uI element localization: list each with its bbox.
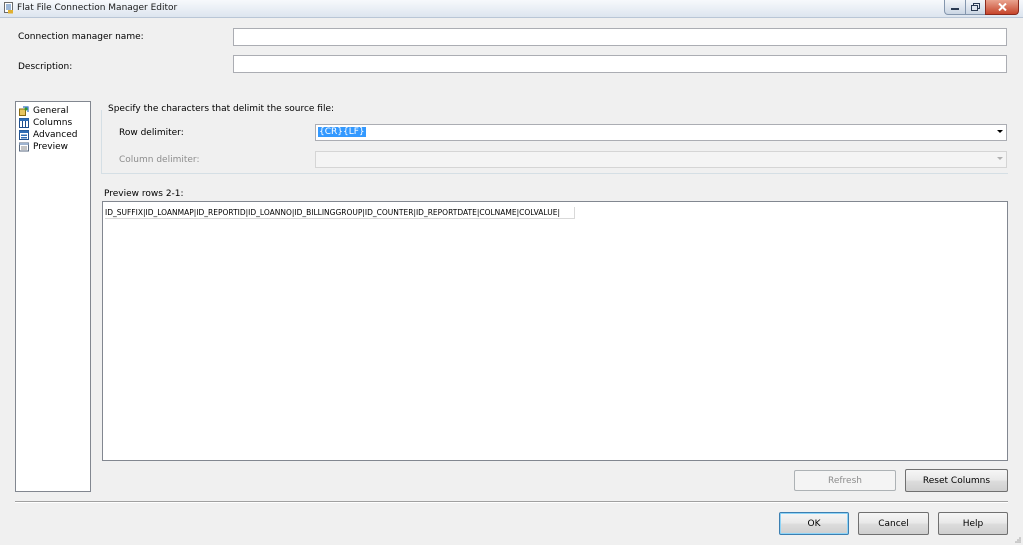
nav-item-label: Preview: [33, 142, 69, 152]
column-delimiter-label: Column delimiter:: [119, 155, 200, 165]
nav-item-preview[interactable]: Preview: [19, 142, 68, 152]
reset-columns-button-label: Reset Columns: [922, 475, 991, 486]
minimize-button[interactable]: [944, 0, 966, 15]
close-icon: [997, 3, 1007, 11]
minimize-icon: [951, 8, 959, 10]
resize-grip-icon[interactable]: [1013, 535, 1021, 543]
advanced-icon: [19, 130, 29, 140]
nav-item-label: Advanced: [33, 130, 78, 140]
preview-header-row: ID_SUFFIX|ID_LOANMAP|ID_REPORTID|ID_LOAN…: [105, 207, 575, 219]
preview-icon: [19, 142, 29, 152]
chevron-down-icon: [997, 130, 1003, 133]
connection-name-label: Connection manager name:: [18, 32, 144, 42]
row-delimiter-label: Row delimiter:: [119, 128, 184, 138]
restore-icon: [971, 3, 980, 11]
cancel-button[interactable]: Cancel: [858, 512, 929, 535]
row-delimiter-value: {CR}{LF}: [318, 127, 366, 137]
refresh-button-label: Refresh: [828, 475, 862, 486]
cancel-button-label: Cancel: [878, 518, 909, 529]
nav-item-general[interactable]: General: [19, 106, 68, 116]
columns-icon: [19, 118, 29, 128]
ok-button[interactable]: OK: [779, 512, 849, 535]
nav-item-label: General: [33, 106, 69, 116]
help-button-label: Help: [962, 518, 984, 529]
connection-name-input[interactable]: [233, 28, 1007, 46]
refresh-button[interactable]: Refresh: [794, 470, 896, 491]
app-icon: [4, 2, 13, 14]
nav-item-columns[interactable]: Columns: [19, 118, 72, 128]
description-label: Description:: [18, 62, 73, 72]
help-button[interactable]: Help: [938, 512, 1008, 535]
footer-separator: [15, 501, 1008, 503]
close-button[interactable]: [985, 0, 1019, 15]
general-icon: [19, 106, 29, 116]
nav-item-advanced[interactable]: Advanced: [19, 130, 77, 140]
nav-item-label: Columns: [33, 118, 73, 128]
reset-columns-button[interactable]: Reset Columns: [905, 469, 1008, 492]
row-delimiter-select[interactable]: {CR}{LF}: [315, 124, 1007, 141]
page-navigation-list: General Columns Advanced Preview: [15, 101, 91, 492]
column-delimiter-select[interactable]: [315, 151, 1007, 168]
description-input[interactable]: [233, 55, 1007, 73]
preview-grid[interactable]: ID_SUFFIX|ID_LOANMAP|ID_REPORTID|ID_LOAN…: [102, 201, 1008, 461]
preview-label: Preview rows 2-1:: [104, 189, 184, 199]
maximize-button[interactable]: [965, 0, 986, 15]
window-title: Flat File Connection Manager Editor: [17, 3, 178, 13]
chevron-down-icon: [997, 157, 1003, 160]
ok-button-label: OK: [807, 518, 821, 529]
